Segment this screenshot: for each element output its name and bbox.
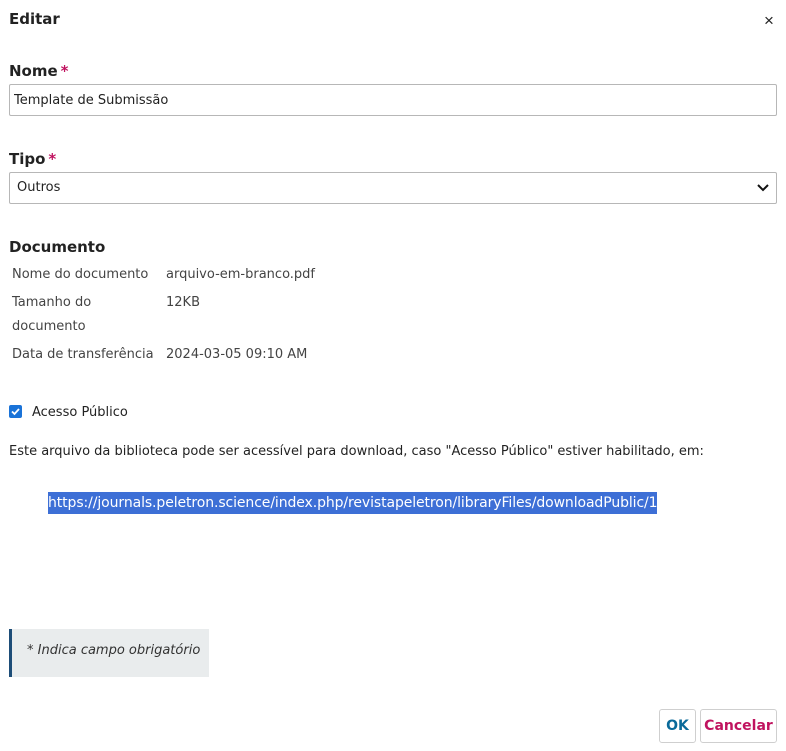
close-icon[interactable]: × xyxy=(758,10,780,32)
document-name-key: Nome do documento xyxy=(12,267,149,282)
required-mark: * xyxy=(48,150,57,168)
required-fields-notice-text: * Indica campo obrigatório xyxy=(27,643,201,658)
type-label-text: Tipo xyxy=(9,150,46,168)
public-download-url[interactable]: https://journals.peletron.science/index.… xyxy=(48,492,658,514)
chevron-down-icon xyxy=(756,173,770,203)
document-date-key: Data de transferência xyxy=(12,347,154,362)
required-fields-notice: * Indica campo obrigatório xyxy=(9,629,209,677)
dialog-title: Editar xyxy=(9,10,60,28)
ok-button[interactable]: OK xyxy=(659,709,696,743)
public-access-checkbox[interactable] xyxy=(9,405,22,418)
name-input[interactable] xyxy=(9,84,777,116)
public-access-label[interactable]: Acesso Público xyxy=(32,403,128,423)
cancel-button[interactable]: Cancelar xyxy=(700,709,777,743)
document-heading: Documento xyxy=(9,238,106,256)
name-label-text: Nome xyxy=(9,62,58,80)
checkmark-icon xyxy=(11,408,20,416)
type-select[interactable]: Outros xyxy=(9,172,777,204)
required-mark: * xyxy=(60,62,69,80)
name-label: Nome * xyxy=(9,62,69,80)
document-size-key: Tamanho do documento xyxy=(12,295,92,334)
document-date-value: 2024-03-05 09:10 AM xyxy=(166,347,308,362)
document-size-value: 12KB xyxy=(166,295,200,310)
public-access-description: Este arquivo da biblioteca pode ser aces… xyxy=(9,444,704,459)
document-name-value: arquivo-em-branco.pdf xyxy=(166,267,316,282)
type-select-value: Outros xyxy=(17,180,61,195)
type-label: Tipo * xyxy=(9,150,56,168)
